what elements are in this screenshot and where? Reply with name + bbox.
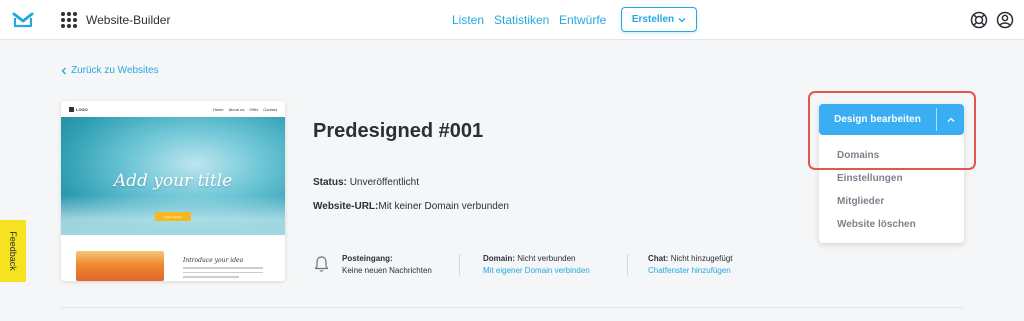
- nav-statistiken[interactable]: Statistiken: [494, 13, 549, 27]
- preview-menu: Home About us Offer Contact: [212, 106, 277, 112]
- status-value: Unveröffentlicht: [349, 177, 419, 188]
- chat-value: Nicht hinzugefügt: [670, 254, 733, 263]
- app-name: Website-Builder: [86, 13, 171, 27]
- lifebuoy-help-icon[interactable]: [970, 11, 988, 29]
- domain-info: Domain: Nicht verbunden Mit eigener Doma…: [483, 253, 590, 277]
- create-button-label: Erstellen: [631, 14, 675, 25]
- website-preview-thumbnail[interactable]: LOGO Home About us Offer Contact Add your t…: [61, 101, 285, 281]
- highlight-annotation: [808, 91, 976, 170]
- nav-listen[interactable]: Listen: [452, 13, 484, 27]
- back-to-websites-link[interactable]: Zurück zu Websites: [61, 65, 159, 76]
- preview-intro-title: Introduce your idea: [183, 257, 244, 264]
- chevron-left-icon: [61, 67, 66, 74]
- chevron-down-icon: [678, 17, 686, 22]
- chat-label: Chat:: [648, 254, 669, 263]
- site-url: Website-URL:Mit keiner Domain verbunden: [313, 201, 509, 212]
- divider: [459, 254, 460, 276]
- menu-item-settings[interactable]: Einstellungen: [837, 173, 903, 184]
- create-button[interactable]: Erstellen: [621, 7, 697, 32]
- preview-van-image: [76, 251, 164, 281]
- mail-logo-icon[interactable]: [0, 0, 46, 40]
- connect-domain-link[interactable]: Mit eigener Domain verbinden: [483, 265, 590, 277]
- preview-hero-title: Add your title: [113, 171, 233, 191]
- preview-navbar: LOGO Home About us Offer Contact: [61, 101, 285, 117]
- divider: [61, 307, 963, 308]
- preview-logo: LOGO: [69, 106, 88, 112]
- preview-hero-button: Call to action: [155, 212, 191, 221]
- inbox-label: Posteingang:: [342, 254, 393, 263]
- back-link-label: Zurück zu Websites: [71, 65, 159, 76]
- preview-intro-section: Introduce your idea: [61, 235, 285, 281]
- site-title: Predesigned #001: [313, 120, 484, 142]
- status-label: Status:: [313, 177, 347, 188]
- top-bar: Website-Builder Listen Statistiken Entwü…: [0, 0, 1024, 40]
- app-grid-icon[interactable]: [61, 12, 77, 28]
- divider: [627, 254, 628, 276]
- add-chat-link[interactable]: Chatfenster hinzufügen: [648, 265, 733, 277]
- url-value: Mit keiner Domain verbunden: [378, 201, 509, 212]
- menu-item-delete-website[interactable]: Website löschen: [837, 219, 916, 230]
- feedback-tab[interactable]: Feedback: [0, 220, 26, 282]
- preview-hero-image: Add your title Call to action: [61, 117, 285, 235]
- feedback-label: Feedback: [8, 231, 18, 271]
- domain-value: Nicht verbunden: [517, 254, 576, 263]
- inbox-value: Keine neuen Nachrichten: [342, 266, 432, 275]
- nav-entwuerfe[interactable]: Entwürfe: [559, 13, 606, 27]
- domain-label: Domain:: [483, 254, 515, 263]
- chat-info: Chat: Nicht hinzugefügt Chatfenster hinz…: [648, 253, 733, 277]
- site-status: Status: Unveröffentlicht: [313, 177, 419, 188]
- url-label: Website-URL:: [313, 201, 379, 212]
- menu-item-members[interactable]: Mitglieder: [837, 196, 884, 207]
- inbox-info: Posteingang: Keine neuen Nachrichten: [342, 253, 432, 277]
- bell-icon: [314, 256, 329, 272]
- user-account-icon[interactable]: [996, 11, 1014, 29]
